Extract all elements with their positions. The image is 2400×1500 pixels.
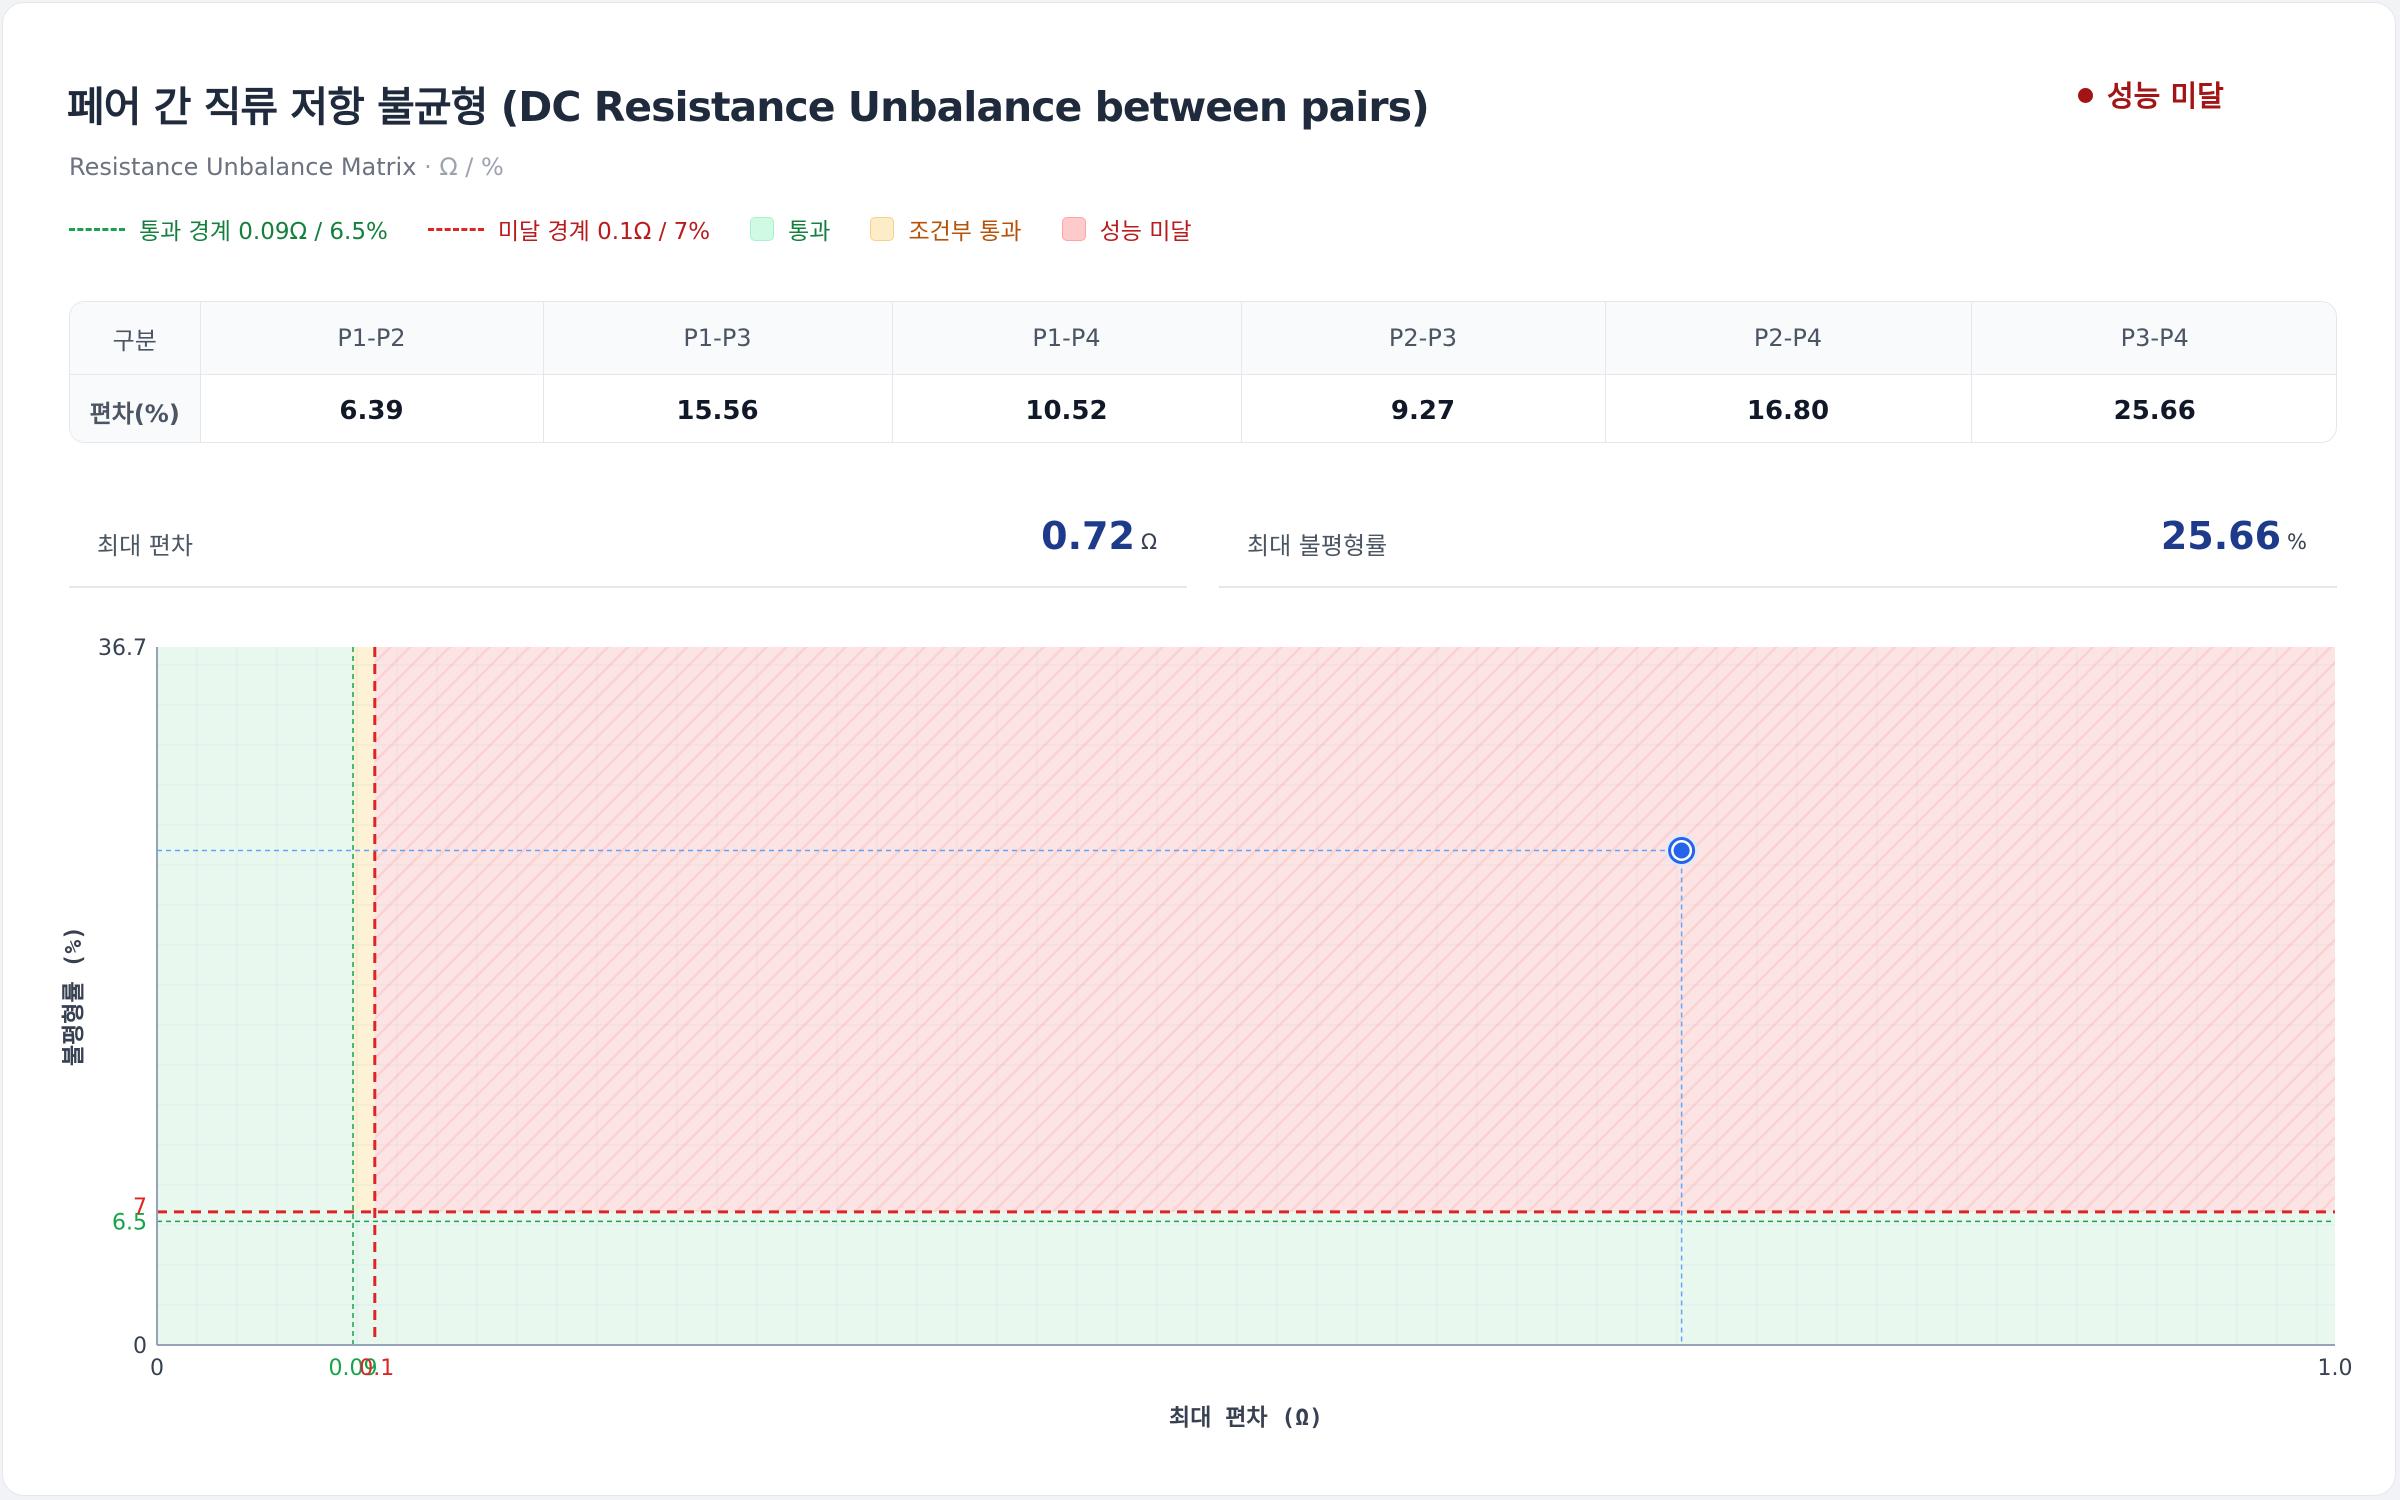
unbalance-scatter-chart: 0 1.0 0 36.7 0.09 0.1 6.5 7 최대 편차 (Ω) 불평… (61, 636, 2353, 1431)
conditional-zone (353, 647, 375, 1212)
x-axis-title: 최대 편차 (Ω) (1169, 1405, 1323, 1431)
y-axis-title: 불평형률 (%) (61, 926, 87, 1066)
x-tick-label: 1.0 (2318, 1356, 2353, 1381)
dashboard-card: 페어 간 직류 저항 불균형 (DC Resistance Unbalance … (2, 2, 2396, 1496)
y-tick-label: 0 (133, 1334, 147, 1359)
data-point (1673, 842, 1690, 859)
fail-threshold-y-label: 7 (133, 1195, 147, 1220)
x-tick-label: 0 (150, 1356, 164, 1381)
fail-zone-hatch (374, 647, 2335, 1212)
fail-threshold-x-label: 0.1 (359, 1356, 394, 1381)
y-tick-label: 36.7 (98, 636, 147, 661)
